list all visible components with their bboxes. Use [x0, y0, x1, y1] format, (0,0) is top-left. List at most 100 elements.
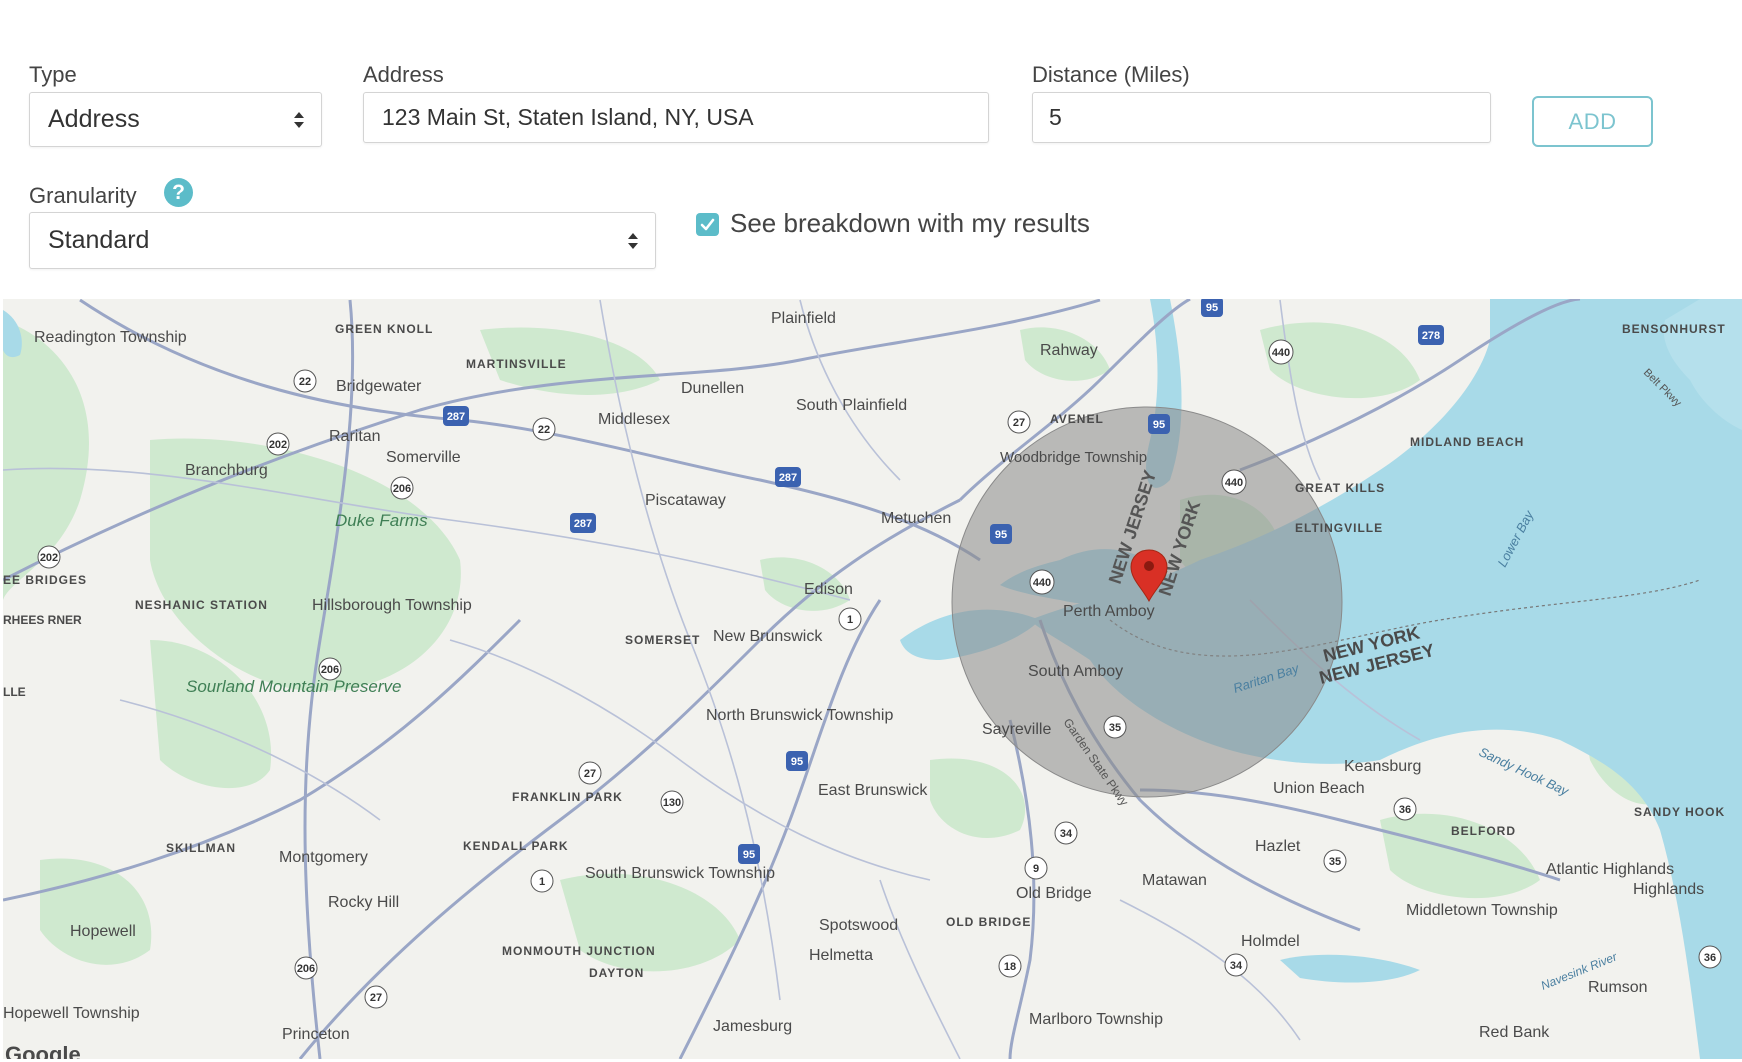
place-label: Matawan	[1142, 872, 1207, 889]
svg-text:130: 130	[663, 797, 681, 809]
svg-text:18: 18	[1004, 961, 1016, 973]
place-label: Metuchen	[881, 510, 951, 527]
svg-text:287: 287	[574, 518, 592, 530]
place-label: Middlesex	[598, 411, 670, 428]
svg-text:1: 1	[847, 614, 853, 626]
svg-text:278: 278	[1422, 330, 1440, 342]
place-label: NESHANIC STATION	[135, 598, 268, 612]
place-label: South Amboy	[1028, 663, 1123, 680]
place-label: MIDLAND BEACH	[1410, 435, 1524, 449]
place-label: Duke Farms	[335, 511, 428, 530]
place-label: Perth Amboy	[1063, 603, 1155, 620]
place-label: Middletown Township	[1406, 902, 1558, 919]
place-label: BELFORD	[1451, 824, 1516, 838]
place-label: Rocky Hill	[328, 894, 399, 911]
place-label: Dunellen	[681, 380, 744, 397]
svg-text:206: 206	[297, 963, 315, 975]
place-label: Rumson	[1588, 979, 1648, 996]
place-label: Readington Township	[34, 329, 187, 346]
place-label: Rahway	[1040, 342, 1098, 359]
granularity-select-value: Standard	[48, 226, 150, 254]
type-select[interactable]: Address	[29, 92, 322, 147]
place-label: Hillsborough Township	[312, 597, 472, 614]
place-label: Edison	[804, 581, 853, 598]
select-arrows-icon	[628, 232, 638, 249]
place-label: Plainfield	[771, 310, 836, 327]
address-label: Address	[363, 62, 444, 87]
svg-text:440: 440	[1225, 477, 1243, 489]
svg-text:22: 22	[299, 376, 311, 388]
place-label: MONMOUTH JUNCTION	[502, 944, 656, 958]
place-label: Hopewell Township	[3, 1005, 140, 1022]
distance-input-value: 5	[1049, 104, 1062, 130]
place-label: South Brunswick Township	[585, 865, 775, 882]
place-label: Sayreville	[982, 721, 1051, 738]
place-label: North Brunswick Township	[706, 707, 893, 724]
place-label: Hopewell	[70, 923, 136, 940]
add-button[interactable]: ADD	[1532, 96, 1653, 147]
place-label: New Brunswick	[713, 628, 823, 645]
svg-text:95: 95	[1206, 302, 1218, 314]
svg-text:9: 9	[1033, 863, 1039, 875]
place-label: Jamesburg	[713, 1018, 792, 1035]
svg-text:202: 202	[40, 552, 58, 564]
place-label: Woodbridge Township	[1000, 449, 1147, 466]
place-label: Holmdel	[1241, 933, 1300, 950]
svg-text:27: 27	[584, 768, 596, 780]
type-label: Type	[29, 62, 77, 87]
select-arrows-icon	[294, 111, 304, 128]
map-canvas[interactable]: 22 287 22 202 206 287 287 202 206 27 130…	[3, 299, 1742, 1059]
address-input-value: 123 Main St, Staten Island, NY, USA	[382, 104, 754, 130]
help-icon[interactable]: ?	[164, 178, 193, 207]
svg-text:287: 287	[779, 472, 797, 484]
place-label: ELTINGVILLE	[1295, 521, 1383, 535]
place-label: EE BRIDGES	[3, 573, 87, 587]
place-label: East Brunswick	[818, 782, 928, 799]
address-input[interactable]: 123 Main St, Staten Island, NY, USA	[363, 92, 989, 143]
place-label: Sourland Mountain Preserve	[186, 677, 401, 696]
svg-text:36: 36	[1399, 804, 1411, 816]
svg-text:1: 1	[539, 876, 545, 888]
svg-text:95: 95	[995, 529, 1007, 541]
place-label: Raritan	[329, 428, 381, 445]
place-label: SKILLMAN	[166, 841, 236, 855]
place-label: BENSONHURST	[1622, 322, 1726, 336]
place-label: Helmetta	[809, 947, 873, 964]
place-label: DAYTON	[589, 966, 644, 980]
place-label: Branchburg	[185, 462, 268, 479]
place-label: LLE	[3, 685, 26, 699]
place-label: Spotswood	[819, 917, 898, 934]
svg-text:27: 27	[370, 992, 382, 1004]
granularity-label: Granularity	[29, 183, 137, 208]
checkmark-icon	[700, 218, 715, 231]
place-label: Highlands	[1633, 881, 1704, 898]
place-label: OLD BRIDGE	[946, 915, 1031, 929]
place-label: Montgomery	[279, 849, 368, 866]
svg-text:36: 36	[1704, 952, 1716, 964]
granularity-select[interactable]: Standard	[29, 212, 656, 269]
place-label: Atlantic Highlands	[1546, 861, 1674, 878]
breakdown-checkbox-label: See breakdown with my results	[730, 208, 1090, 238]
distance-label: Distance (Miles)	[1032, 62, 1190, 87]
place-label: Marlboro Township	[1029, 1011, 1163, 1028]
svg-text:22: 22	[538, 424, 550, 436]
svg-text:95: 95	[1153, 419, 1165, 431]
type-select-value: Address	[48, 105, 140, 133]
place-label: RHEES RNER	[3, 613, 82, 627]
map[interactable]: 22 287 22 202 206 287 287 202 206 27 130…	[3, 299, 1742, 1059]
place-label: GREEN KNOLL	[335, 322, 433, 336]
place-label: AVENEL	[1050, 412, 1104, 426]
place-label: Hazlet	[1255, 838, 1301, 855]
distance-input[interactable]: 5	[1032, 92, 1491, 143]
svg-text:95: 95	[791, 756, 803, 768]
place-label: Somerville	[386, 449, 461, 466]
svg-text:34: 34	[1230, 960, 1243, 972]
place-label: Old Bridge	[1016, 885, 1092, 902]
google-logo: Google	[5, 1042, 81, 1059]
place-label: FRANKLIN PARK	[512, 790, 623, 804]
svg-text:95: 95	[743, 849, 755, 861]
svg-text:440: 440	[1033, 577, 1051, 589]
breakdown-checkbox[interactable]	[696, 213, 719, 236]
place-label: Keansburg	[1344, 758, 1421, 775]
place-label: MARTINSVILLE	[466, 357, 567, 371]
